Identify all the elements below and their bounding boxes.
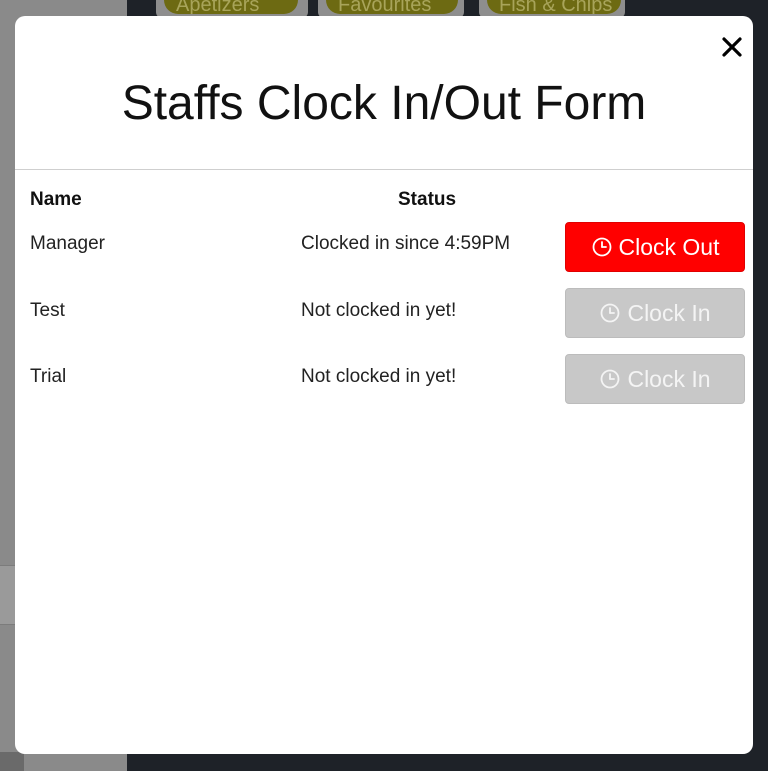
clock-in-out-modal: Staffs Clock In/Out Form Name Status Man… [15,16,753,754]
clock-in-button[interactable]: Clock In [565,288,745,338]
clock-icon [601,303,620,323]
background-category-pill: Fish & Chips [487,0,621,14]
clock-out-button[interactable]: Clock Out [565,222,745,272]
staff-status: Not clocked in yet! [301,366,457,387]
clock-in-label: Clock In [627,365,711,392]
clock-icon [601,369,620,389]
staff-name: Test [30,300,65,321]
background-category-pill: Apetizers [164,0,298,14]
column-header-status: Status [398,189,457,210]
background-sidebar-foot [0,752,24,771]
clock-in-button[interactable]: Clock In [565,354,745,404]
staff-name: Trial [30,366,67,387]
clock-icon [592,237,611,257]
column-header-name: Name [30,189,82,210]
clock-out-label: Clock Out [618,233,720,260]
modal-title: Staffs Clock In/Out Form [121,77,647,130]
staff-status: Clocked in since 4:59PM [301,233,511,254]
clock-in-label: Clock In [627,299,711,326]
staff-status: Not clocked in yet! [301,300,457,321]
staff-name: Manager [30,233,105,254]
title-divider [15,169,753,170]
close-icon[interactable] [721,36,743,58]
background-category-pill: Favourites [326,0,458,14]
